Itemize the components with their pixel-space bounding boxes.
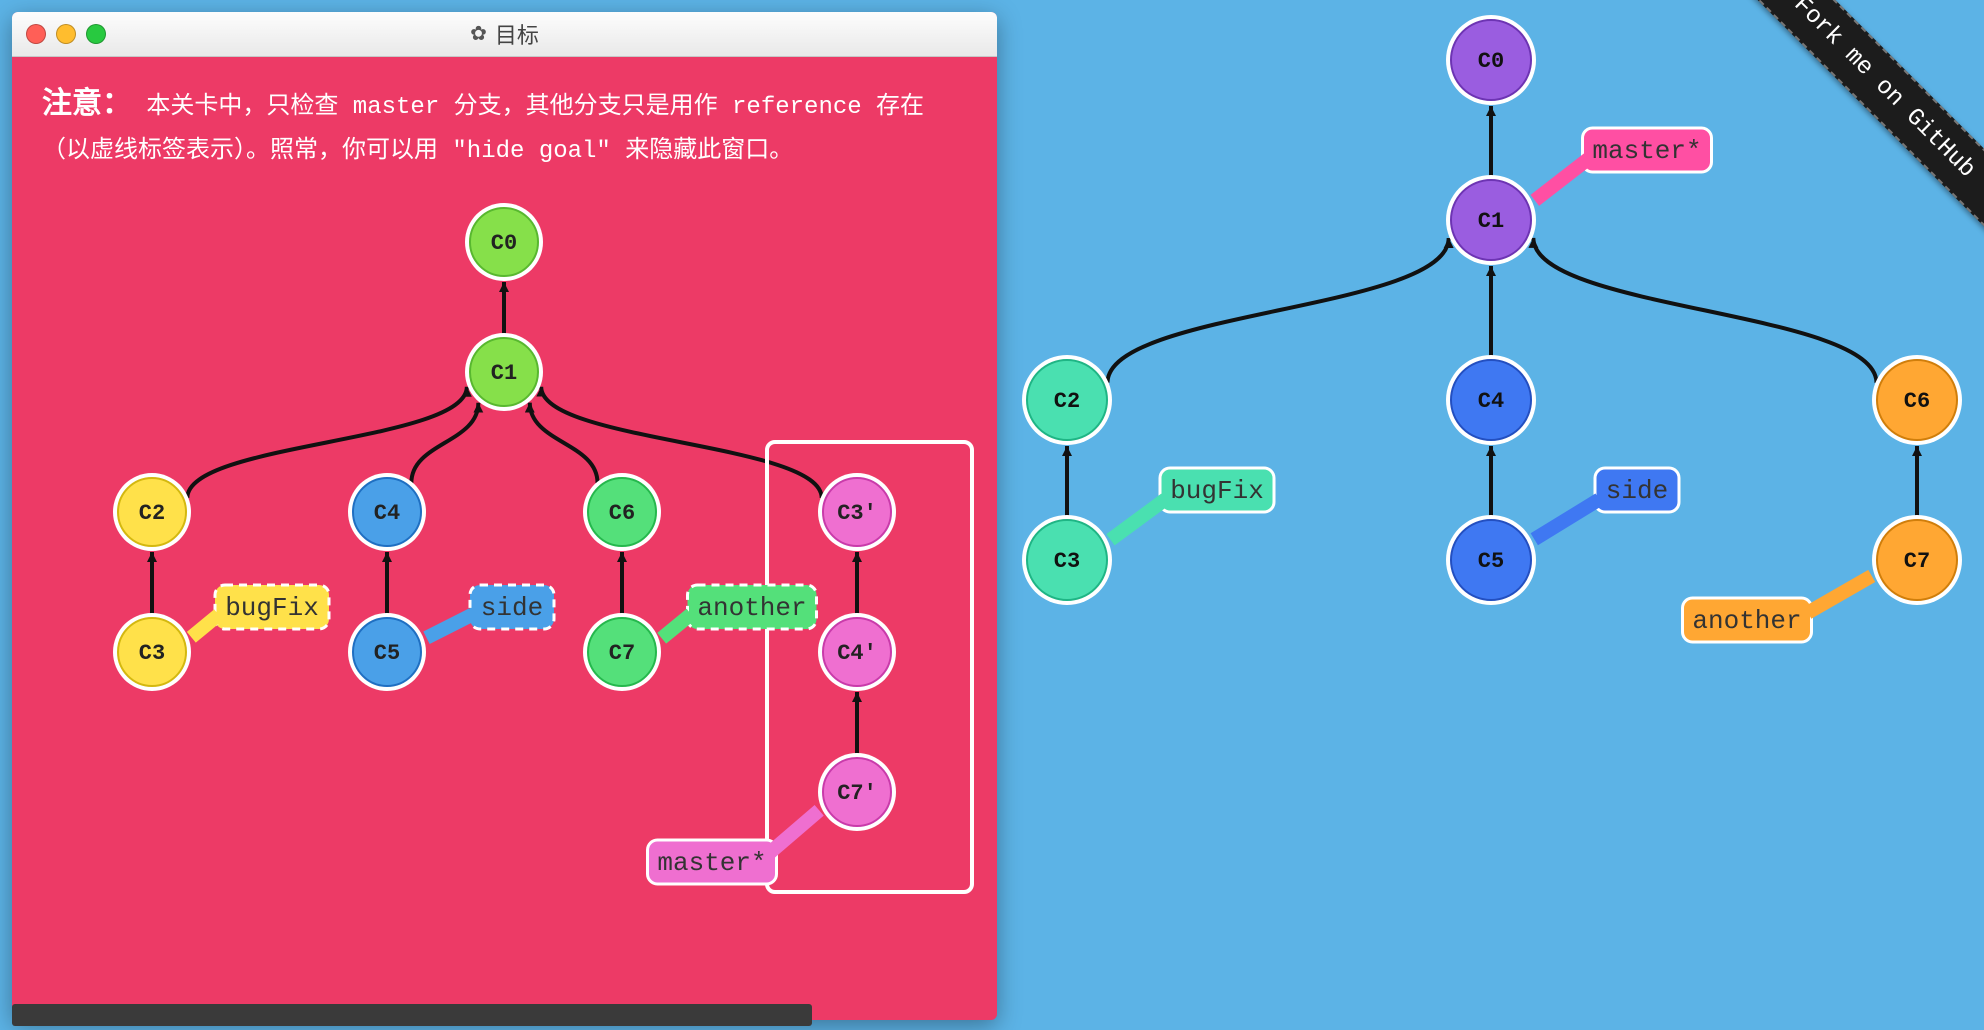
branch-label: master* [657,848,766,878]
goal-tree: C0 C1 C2 C4 C6 C3' C3 C5 C7 C4' C7' bugFix side anoth… [12,182,997,1022]
commit-C2[interactable]: C2 [113,473,191,551]
commit-C6[interactable]: C6 [1872,355,1962,445]
branch-label: bugFix [225,593,319,623]
commit-label: C3 [139,641,165,666]
commit-C3[interactable]: C3 [1022,515,1112,605]
titlebar[interactable]: ✿ 目标 [12,12,997,57]
gear-icon: ✿ [470,21,487,47]
commit-label: C1 [491,361,517,386]
notice-body: 本关卡中，只检查 master 分支，其他分支只是用作 reference 存在… [42,94,924,165]
commit-label: C5 [1478,549,1504,574]
commit-C2[interactable]: C2 [1022,355,1112,445]
edge [530,403,598,483]
branch-label: bugFix [1170,476,1264,506]
working-tree: C0 C1 C2 C4 C6 C3 C5 C7 master* bugFix side another [997,0,1984,1030]
commit-C4[interactable]: C4 [348,473,426,551]
branch-side[interactable]: side [427,585,554,638]
commit-label: C5 [374,641,400,666]
branch-side[interactable]: side [1534,468,1679,539]
commit-C0[interactable]: C0 [465,203,543,281]
branch-label: side [1606,476,1668,506]
edge [1108,238,1449,383]
commit-C5[interactable]: C5 [348,613,426,691]
commit-label: C7' [837,781,877,806]
commit-C4p[interactable]: C4' [818,613,896,691]
branch-master[interactable]: master* [648,810,820,884]
commit-C4[interactable]: C4 [1446,355,1536,445]
branch-pointer [1535,159,1588,200]
branch-another[interactable]: another [1683,576,1872,642]
commit-C7[interactable]: C7 [583,613,661,691]
commit-label: C2 [1054,389,1080,414]
commit-label: C4 [1478,389,1504,414]
branch-label: another [697,593,806,623]
goal-window[interactable]: ✿ 目标 注意： 本关卡中，只检查 master 分支，其他分支只是用作 ref… [12,12,997,1020]
branch-label: master* [1592,136,1701,166]
commit-C0[interactable]: C0 [1446,15,1536,105]
commit-C7p[interactable]: C7' [818,753,896,831]
branch-pointer [662,614,691,638]
window-title: ✿ 目标 [12,12,997,56]
commit-label: C0 [491,231,517,256]
branch-label: another [1692,606,1801,636]
commit-label: C3' [837,501,877,526]
branch-pointer [770,810,819,852]
commit-label: C2 [139,501,165,526]
branch-master[interactable]: master* [1535,128,1712,200]
branch-bugFix[interactable]: bugFix [1110,468,1274,540]
branch-another[interactable]: another [662,585,817,638]
commit-label: C4 [374,501,400,526]
branch-label: side [481,593,543,623]
commit-C6[interactable]: C6 [583,473,661,551]
commit-label: C0 [1478,49,1504,74]
commit-label: C3 [1054,549,1080,574]
edge [1533,238,1876,383]
commit-label: C1 [1478,209,1504,234]
notice-label: 注意： [42,89,132,123]
terminal-bar[interactable] [12,1004,812,1026]
notice-text: 注意： 本关卡中，只检查 master 分支，其他分支只是用作 referenc… [12,57,997,197]
commit-C7[interactable]: C7 [1872,515,1962,605]
commit-C1[interactable]: C1 [1446,175,1536,265]
commit-label: C7 [609,641,635,666]
edge [187,387,467,498]
commit-label: C7 [1904,549,1930,574]
branch-pointer [1808,576,1872,613]
branch-pointer [1110,499,1165,539]
commit-C3p[interactable]: C3' [818,473,896,551]
branch-pointer [1534,500,1599,540]
edge [411,403,478,483]
window-title-text: 目标 [495,18,539,50]
app-stage: ✿ 目标 注意： 本关卡中，只检查 master 分支，其他分支只是用作 ref… [0,0,1984,1030]
commit-label: C6 [1904,389,1930,414]
commit-label: C6 [609,501,635,526]
branch-bugFix[interactable]: bugFix [191,585,329,637]
branch-pointer [191,615,218,638]
commit-C3[interactable]: C3 [113,613,191,691]
commit-C1[interactable]: C1 [465,333,543,411]
branch-pointer [427,614,473,637]
commit-label: C4' [837,641,877,666]
commit-C5[interactable]: C5 [1446,515,1536,605]
